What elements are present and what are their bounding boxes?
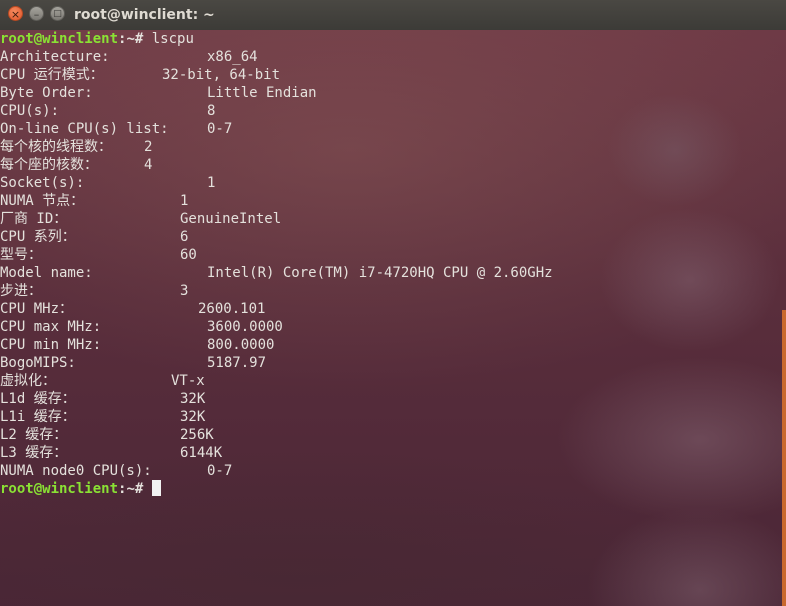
output-line: L3 缓存： 6144K bbox=[0, 444, 786, 462]
field-label: NUMA node0 CPU(s): bbox=[0, 463, 152, 479]
field-label: Model name: bbox=[0, 265, 93, 281]
title-bar[interactable]: × – □ root@winclient: ~ bbox=[0, 0, 786, 31]
output-line: L1i 缓存： 32K bbox=[0, 408, 786, 426]
output-line: Model name: Intel(R) Core(TM) i7-4720HQ C… bbox=[0, 264, 786, 282]
field-label: CPU min MHz: bbox=[0, 337, 102, 353]
prompt-path: :~# bbox=[118, 31, 152, 47]
prompt-user-host: root@winclient bbox=[0, 31, 119, 47]
field-label: 虚拟化： bbox=[0, 373, 56, 389]
field-value: 1 bbox=[207, 175, 216, 191]
text-cursor bbox=[151, 480, 161, 496]
output-line: NUMA 节点： 1 bbox=[0, 192, 786, 210]
output-line: 步进： 3 bbox=[0, 282, 786, 300]
field-value: 1 bbox=[180, 193, 189, 209]
field-value: Little Endian bbox=[207, 85, 317, 101]
terminal-window: × – □ root@winclient: ~ root@winclient:~… bbox=[0, 0, 786, 606]
output-line: 型号： 60 bbox=[0, 246, 786, 264]
field-label: NUMA 节点： bbox=[0, 193, 85, 209]
field-label: L1i 缓存： bbox=[0, 409, 76, 425]
field-value: x86_64 bbox=[207, 49, 258, 65]
output-line: CPU MHz： 2600.101 bbox=[0, 300, 786, 318]
command-text: lscpu bbox=[151, 31, 194, 47]
field-value: 800.0000 bbox=[207, 337, 275, 353]
field-value: 2 bbox=[144, 139, 153, 155]
field-value: 32-bit, 64-bit bbox=[162, 67, 281, 83]
field-label: L3 缓存： bbox=[0, 445, 68, 461]
output-line: CPU 系列： 6 bbox=[0, 228, 786, 246]
field-value: Intel(R) Core(TM) i7-4720HQ CPU @ 2.60GH… bbox=[207, 265, 553, 281]
output-line: 每个座的核数： 4 bbox=[0, 156, 786, 174]
minimize-button[interactable]: – bbox=[29, 6, 44, 21]
close-button[interactable]: × bbox=[8, 6, 23, 21]
output-line: L1d 缓存： 32K bbox=[0, 390, 786, 408]
field-label: CPU(s): bbox=[0, 103, 60, 119]
field-label: Socket(s): bbox=[0, 175, 85, 191]
field-value: 0-7 bbox=[207, 463, 233, 479]
maximize-button[interactable]: □ bbox=[50, 6, 65, 21]
field-value: 5187.97 bbox=[207, 355, 267, 371]
field-value: 8 bbox=[207, 103, 216, 119]
output-line: CPU min MHz: 800.0000 bbox=[0, 336, 786, 354]
output-line: L2 缓存： 256K bbox=[0, 426, 786, 444]
output-line: Byte Order: Little Endian bbox=[0, 84, 786, 102]
field-value: 4 bbox=[144, 157, 153, 173]
output-line: Socket(s): 1 bbox=[0, 174, 786, 192]
output-line: On-line CPU(s) list: 0-7 bbox=[0, 120, 786, 138]
field-label: CPU MHz： bbox=[0, 301, 74, 317]
field-label: L1d 缓存： bbox=[0, 391, 76, 407]
field-value: 6 bbox=[180, 229, 189, 245]
field-value: 60 bbox=[180, 247, 197, 263]
output-line: 厂商 ID： GenuineIntel bbox=[0, 210, 786, 228]
output-line: BogoMIPS: 5187.97 bbox=[0, 354, 786, 372]
field-label: 每个座的核数： bbox=[0, 157, 98, 173]
current-prompt-line[interactable]: root@winclient:~# bbox=[0, 480, 786, 498]
field-value: 32K bbox=[180, 391, 206, 407]
field-value: 0-7 bbox=[207, 121, 233, 137]
output-line: CPU(s): 8 bbox=[0, 102, 786, 120]
window-title: root@winclient: ~ bbox=[74, 7, 215, 23]
field-label: On-line CPU(s) list: bbox=[0, 121, 169, 137]
field-label: L2 缓存： bbox=[0, 427, 68, 443]
prompt-user-host: root@winclient bbox=[0, 481, 119, 497]
prompt-path: :~# bbox=[118, 481, 152, 497]
field-value: 32K bbox=[180, 409, 206, 425]
field-label: 型号： bbox=[0, 247, 42, 263]
command-line: root@winclient:~# lscpu bbox=[0, 30, 786, 48]
field-label: CPU 运行模式： bbox=[0, 67, 104, 83]
output-line: CPU 运行模式： 32-bit, 64-bit bbox=[0, 66, 786, 84]
output-line: 每个核的线程数： 2 bbox=[0, 138, 786, 156]
lscpu-output: Architecture: x86_64 CPU 运行模式： 32-bit, 64-b… bbox=[0, 48, 786, 480]
output-line: 虚拟化： VT-x bbox=[0, 372, 786, 390]
field-label: CPU max MHz: bbox=[0, 319, 102, 335]
terminal-area[interactable]: root@winclient:~# lscpu Architecture: x86… bbox=[0, 30, 786, 606]
field-value: 3600.0000 bbox=[207, 319, 283, 335]
field-label: 步进： bbox=[0, 283, 42, 299]
field-label: 每个核的线程数： bbox=[0, 139, 112, 155]
field-label: 厂商 ID： bbox=[0, 211, 68, 227]
output-line: NUMA node0 CPU(s): 0-7 bbox=[0, 462, 786, 480]
field-label: CPU 系列： bbox=[0, 229, 76, 245]
field-label: Architecture: bbox=[0, 49, 110, 65]
output-line: Architecture: x86_64 bbox=[0, 48, 786, 66]
field-label: Byte Order: bbox=[0, 85, 93, 101]
field-value: GenuineIntel bbox=[180, 211, 282, 227]
field-label: BogoMIPS: bbox=[0, 355, 76, 371]
field-value: 6144K bbox=[180, 445, 223, 461]
field-value: VT-x bbox=[171, 373, 205, 389]
terminal-output: root@winclient:~# lscpu Architecture: x86… bbox=[0, 30, 786, 498]
field-value: 3 bbox=[180, 283, 189, 299]
output-line: CPU max MHz: 3600.0000 bbox=[0, 318, 786, 336]
field-value: 2600.101 bbox=[198, 301, 266, 317]
field-value: 256K bbox=[180, 427, 214, 443]
